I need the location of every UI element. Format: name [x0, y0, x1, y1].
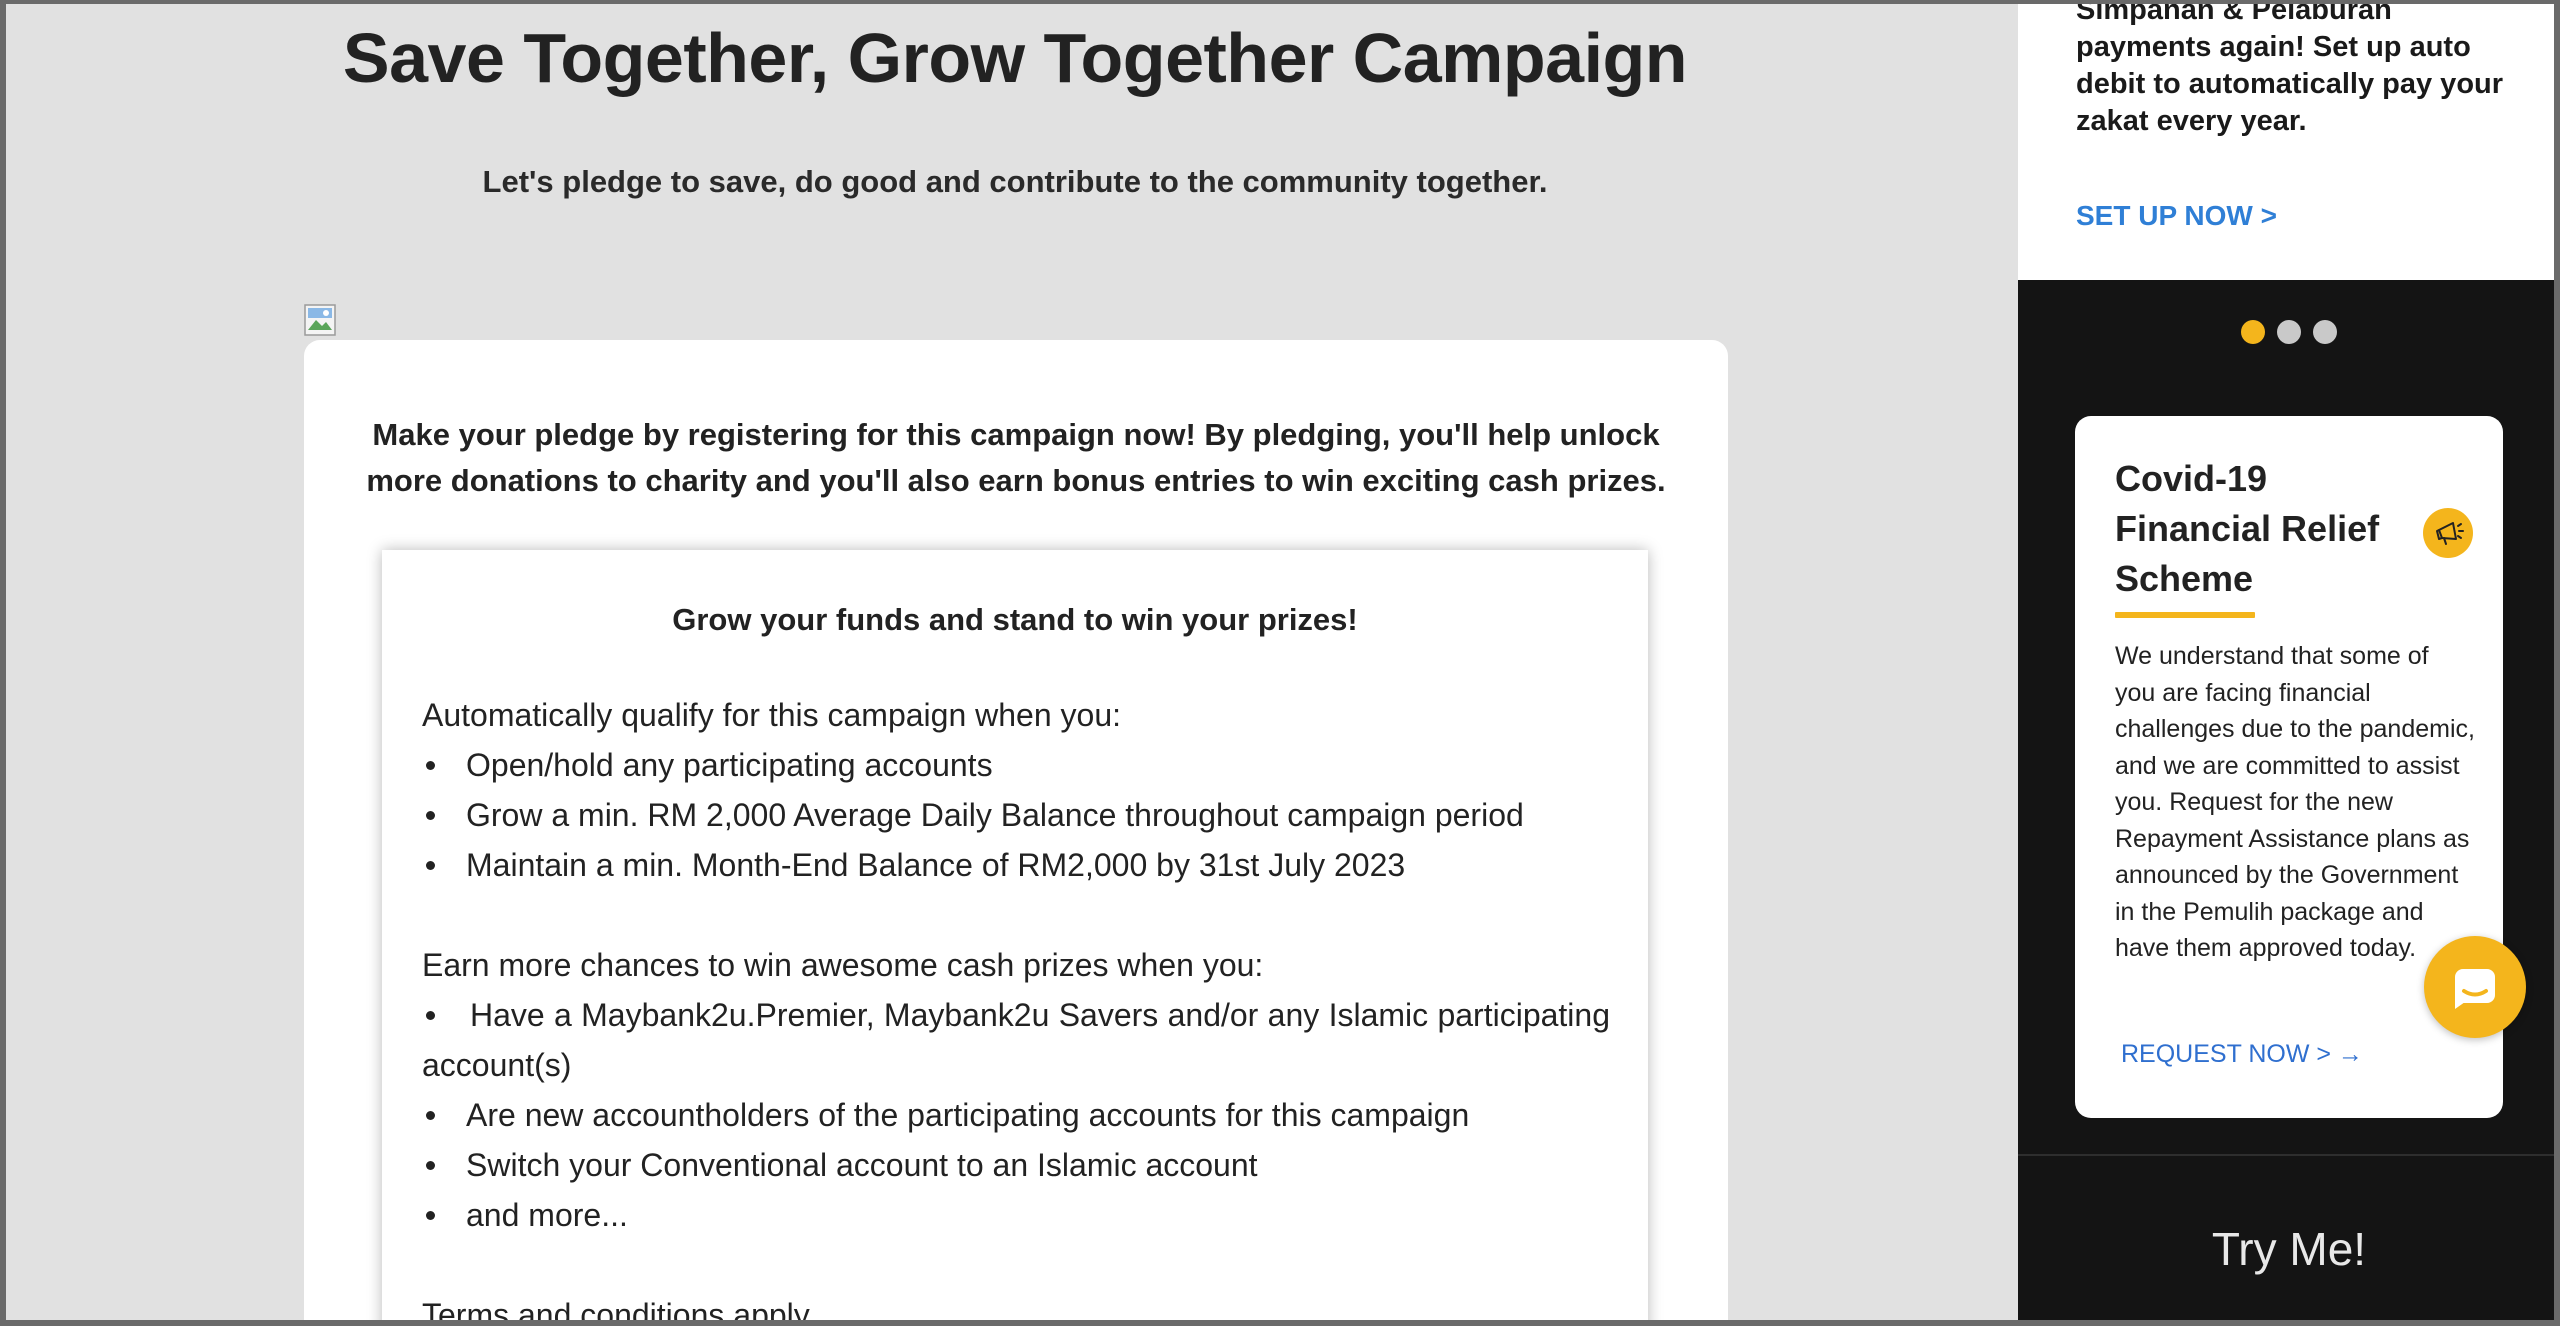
- campaign-card: Make your pledge by registering for this…: [304, 340, 1728, 1326]
- list-item: Are new accountholders of the participat…: [422, 1090, 1610, 1140]
- broken-image-icon: [304, 304, 336, 336]
- list-item: Open/hold any participating accounts: [422, 740, 1610, 790]
- list-item: Maintain a min. Month-End Balance of RM2…: [422, 840, 1610, 890]
- carousel-dot[interactable]: [2277, 320, 2301, 344]
- sidebar-divider: [2018, 1154, 2554, 1156]
- list-item: Grow a min. RM 2,000 Average Daily Balan…: [422, 790, 1610, 840]
- carousel-dot[interactable]: [2313, 320, 2337, 344]
- megaphone-icon: [2423, 508, 2473, 558]
- chat-icon: [2455, 969, 2495, 1009]
- browser-viewport: Save Together, Grow Together Campaign Le…: [0, 0, 2560, 1326]
- prize-details-title: Grow your funds and stand to win your pr…: [672, 602, 1358, 637]
- prize-details-box: Grow your funds and stand to win your pr…: [382, 550, 1648, 1326]
- relief-title: Covid-19 Financial Relief Scheme: [2115, 458, 2380, 599]
- terms-note: Terms and conditions apply.: [422, 1297, 817, 1326]
- try-me-heading: Try Me!: [2211, 1223, 2367, 1275]
- carousel-dot[interactable]: [2241, 320, 2265, 344]
- sidebar: Simpanan & Pelaburan payments again! Set…: [2018, 4, 2554, 1320]
- chat-button[interactable]: [2424, 936, 2526, 1038]
- page-title: Save Together, Grow Together Campaign: [342, 19, 1688, 97]
- carousel-dots: [2018, 320, 2554, 344]
- request-now-link[interactable]: REQUEST NOW > →: [2121, 1040, 2363, 1069]
- relief-description: We understand that some of you are facin…: [2115, 642, 2475, 962]
- zakat-promo: Simpanan & Pelaburan payments again! Set…: [2018, 4, 2554, 280]
- set-up-now-link[interactable]: SET UP NOW >: [2076, 200, 2277, 232]
- list-item: Have a Maybank2u.Premier, Maybank2u Save…: [422, 990, 1610, 1090]
- list-item: and more...: [422, 1190, 1610, 1240]
- qualify-list: Open/hold any participating accounts Gro…: [422, 740, 1610, 890]
- list-item: Switch your Conventional account to an I…: [422, 1140, 1610, 1190]
- main-content: Save Together, Grow Together Campaign Le…: [6, 4, 2012, 1326]
- page-subtitle: Let's pledge to save, do good and contri…: [482, 164, 1548, 199]
- chances-list: Have a Maybank2u.Premier, Maybank2u Save…: [422, 990, 1610, 1240]
- chances-heading: Earn more chances to win awesome cash pr…: [422, 947, 1264, 983]
- campaign-intro: Make your pledge by registering for this…: [366, 417, 1666, 498]
- promo-text: Simpanan & Pelaburan payments again! Set…: [2076, 0, 2504, 137]
- qualify-heading: Automatically qualify for this campaign …: [422, 697, 1122, 733]
- title-underline: [2115, 612, 2255, 618]
